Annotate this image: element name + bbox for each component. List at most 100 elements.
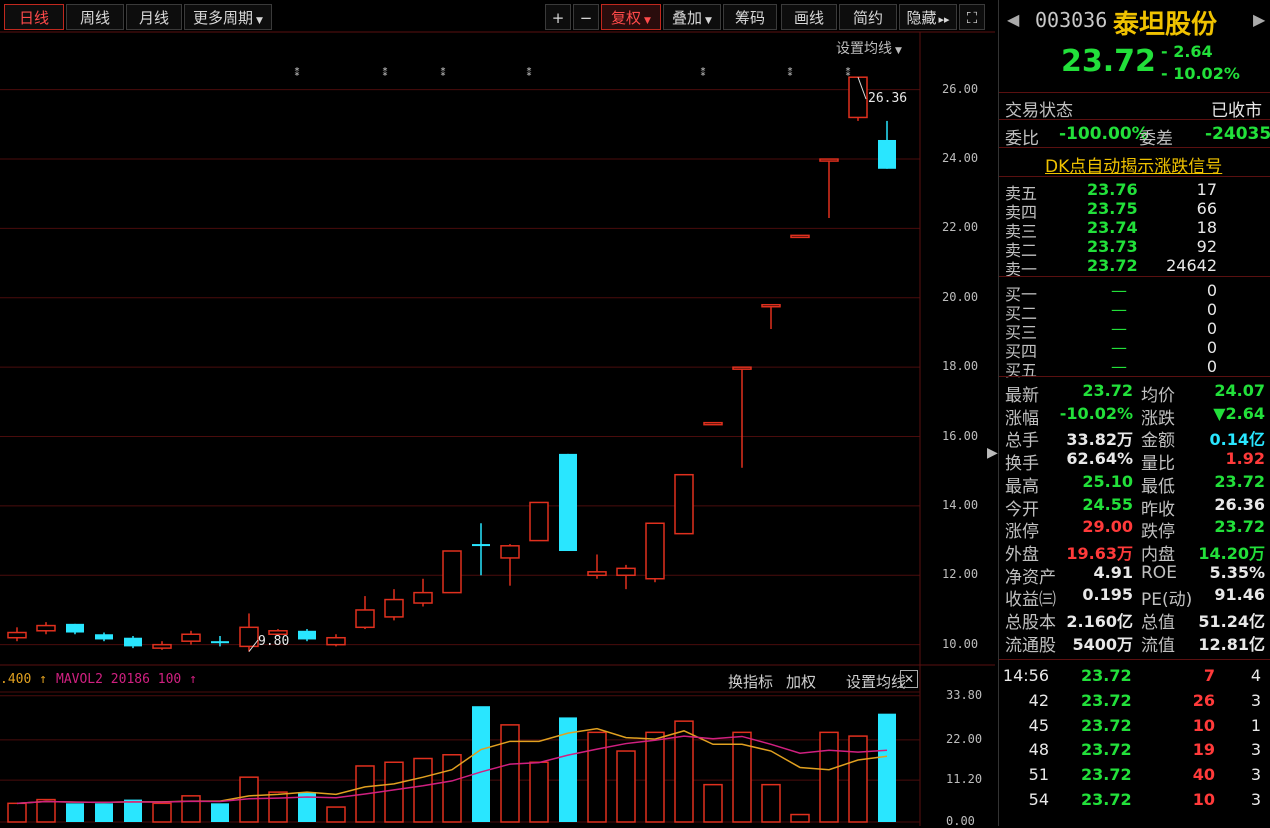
candle-body-up bbox=[819, 158, 839, 162]
high-price-label: 26.36 bbox=[868, 91, 908, 106]
volume-bar-up bbox=[500, 724, 520, 823]
candle-body-down bbox=[559, 453, 577, 552]
volume-bar-up bbox=[616, 750, 636, 823]
stat-value: 51.24亿 bbox=[1198, 612, 1265, 631]
stat-value: 0.14亿 bbox=[1209, 430, 1265, 450]
bid-price: — bbox=[1111, 319, 1127, 338]
bid-volume: 0 bbox=[1206, 338, 1217, 357]
collapse-arrow-icon[interactable]: ▶ bbox=[987, 445, 998, 461]
stat-value: 29.00 bbox=[1082, 517, 1133, 537]
vol-indicator: MAVOL2 20186 100 ↑ bbox=[56, 672, 197, 687]
candle-body-up bbox=[848, 76, 868, 119]
volume-bar-up bbox=[326, 806, 346, 823]
stat-value: 19.63万 bbox=[1066, 543, 1133, 563]
stat-value: 4.91 bbox=[1093, 562, 1133, 582]
price-axis-label: 24.00 bbox=[942, 151, 979, 166]
stat-label: 总股本 bbox=[1005, 613, 1056, 633]
stat-value: ▼2.64 bbox=[1213, 403, 1265, 423]
volume-bar-up bbox=[587, 731, 607, 823]
bid-volume: 0 bbox=[1206, 300, 1217, 319]
candle-body-up bbox=[616, 567, 636, 577]
vol-indicator-value: 100 bbox=[157, 672, 182, 687]
stat-value: 5400万 bbox=[1072, 634, 1133, 654]
candle-body-down bbox=[298, 630, 316, 640]
stat-label: 金额 bbox=[1141, 431, 1175, 452]
vol-left-text: .400 bbox=[0, 672, 32, 687]
prev-stock-icon[interactable]: ◀ bbox=[1007, 10, 1019, 29]
price-axis-label: 26.00 bbox=[942, 81, 979, 96]
candle-body-down bbox=[211, 641, 229, 644]
ask-volume: 17 bbox=[1196, 180, 1217, 199]
candle-body-down bbox=[124, 637, 142, 647]
weighted-link[interactable]: 加权 bbox=[786, 671, 816, 692]
stat-label: 最低 bbox=[1141, 476, 1175, 497]
low-price-label: 9.80 bbox=[258, 634, 290, 649]
switch-indicator-link[interactable]: 换指标 bbox=[728, 671, 773, 692]
stat-value: 0.195 bbox=[1082, 585, 1133, 605]
tick-volume: 10 bbox=[1192, 715, 1215, 735]
bid-volume: 0 bbox=[1206, 281, 1217, 300]
candle-body-up bbox=[500, 545, 520, 559]
candle-body-up bbox=[384, 598, 404, 618]
tick-count: 3 bbox=[1250, 740, 1261, 760]
kline-chart[interactable]: ⁑ ⁑ ⁑ ⁑ ⁑ ⁑ ⁑ bbox=[0, 0, 995, 826]
bid-volume: 0 bbox=[1206, 319, 1217, 338]
event-marker-icon[interactable]: ⁑ bbox=[846, 66, 851, 79]
stat-label: 最新 bbox=[1005, 386, 1039, 406]
candle-body-up bbox=[181, 633, 201, 642]
bid-price: — bbox=[1111, 281, 1127, 300]
volume-bar-up bbox=[645, 731, 665, 823]
price-axis-label: 20.00 bbox=[942, 289, 979, 304]
tick-time: 48 bbox=[1028, 740, 1049, 760]
next-stock-icon[interactable]: ▶ bbox=[1253, 10, 1265, 29]
vol-left-value: .400 ↑ bbox=[0, 672, 47, 687]
stat-label: 换手 bbox=[1005, 454, 1039, 475]
event-marker-icon[interactable]: ⁑ bbox=[383, 66, 388, 79]
volume-bar-up bbox=[790, 813, 810, 823]
stat-label: 流通股 bbox=[1005, 635, 1056, 656]
stat-label: 净资产 bbox=[1005, 567, 1056, 588]
candle-body-up bbox=[326, 636, 346, 646]
stat-label: 跌停 bbox=[1141, 522, 1175, 543]
price-axis-label: 12.00 bbox=[942, 567, 979, 582]
ask-volume: 92 bbox=[1196, 237, 1217, 256]
weibi-value: -100.00% bbox=[1059, 124, 1149, 144]
event-marker-icon[interactable]: ⁑ bbox=[295, 66, 300, 79]
volume-bar-up bbox=[529, 761, 549, 823]
price-change-pct: - 10.02% bbox=[1161, 64, 1240, 83]
event-marker-icon[interactable]: ⁑ bbox=[527, 66, 532, 79]
bid-volume: 0 bbox=[1206, 357, 1217, 376]
bid-price: — bbox=[1111, 338, 1127, 357]
tick-time: 42 bbox=[1028, 690, 1049, 710]
stat-value: 12.81亿 bbox=[1198, 634, 1265, 654]
tick-volume: 40 bbox=[1192, 765, 1215, 785]
vol-set-ma-link[interactable]: 设置均线 bbox=[846, 671, 906, 692]
candle-body-down bbox=[472, 544, 490, 547]
ask-volume: 24642 bbox=[1166, 256, 1217, 275]
candle-body-up bbox=[36, 624, 56, 632]
stat-value: 2.160亿 bbox=[1066, 612, 1133, 631]
volume-bar-down bbox=[95, 803, 113, 822]
price-axis-label: 16.00 bbox=[942, 428, 979, 443]
stat-value: 1.92 bbox=[1225, 449, 1265, 469]
volume-bar-down bbox=[211, 803, 229, 822]
stat-label: 均价 bbox=[1141, 386, 1175, 406]
volume-bar-up bbox=[268, 791, 288, 823]
stat-label: 量比 bbox=[1141, 454, 1175, 475]
stat-value: 91.46 bbox=[1214, 585, 1265, 605]
tick-price: 23.72 bbox=[1081, 715, 1132, 735]
event-marker-icon[interactable]: ⁑ bbox=[701, 66, 706, 79]
candle-body-up bbox=[761, 303, 781, 308]
volume-bar-up bbox=[181, 795, 201, 823]
dk-signal-banner[interactable]: DK点自动揭示涨跌信号 bbox=[1045, 152, 1222, 177]
stat-label: 流值 bbox=[1141, 635, 1175, 656]
last-price: 23.72 bbox=[1061, 44, 1156, 79]
stock-code: 003036 bbox=[1035, 8, 1108, 32]
tick-count: 4 bbox=[1250, 666, 1261, 685]
event-marker-icon[interactable]: ⁑ bbox=[788, 66, 793, 79]
tick-price: 23.72 bbox=[1081, 690, 1132, 710]
close-icon[interactable]: ✕ bbox=[900, 670, 918, 688]
candle-body-up bbox=[790, 234, 810, 239]
tick-time: 45 bbox=[1028, 715, 1049, 735]
event-marker-icon[interactable]: ⁑ bbox=[441, 66, 446, 79]
